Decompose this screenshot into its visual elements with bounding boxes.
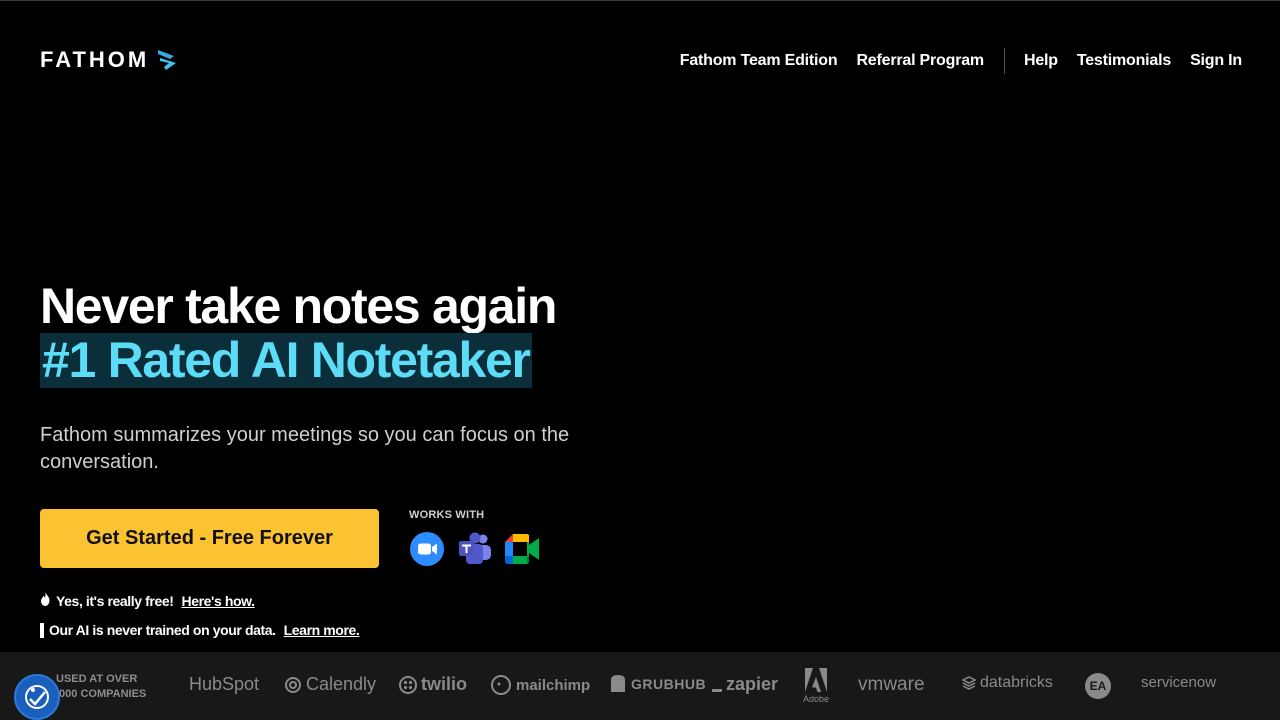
twilio-logo-text: twilio	[421, 674, 467, 694]
accessibility-check-icon	[25, 685, 49, 709]
main-nav: Fathom Team Edition Referral Program Hel…	[661, 48, 1242, 74]
databricks-icon	[962, 676, 976, 690]
servicenow-logo: servicenow	[1141, 674, 1216, 691]
zapier-logo: zapier	[712, 674, 778, 695]
teams-icon	[457, 531, 493, 567]
nav-sign-in[interactable]: Sign In	[1190, 52, 1242, 70]
hubspot-logo-text: HubSpot	[189, 674, 260, 694]
flame-icon	[40, 592, 51, 609]
free-note-text: Yes, it's really free!	[56, 592, 174, 609]
adobe-logo-text: Adobe	[803, 694, 830, 704]
learn-more-link[interactable]: Learn more.	[284, 622, 360, 638]
nav-testimonials[interactable]: Testimonials	[1077, 52, 1171, 70]
top-divider	[0, 0, 1280, 1]
works-with-label: WORKS WITH	[409, 509, 485, 521]
twilio-logo: twilio	[399, 674, 467, 695]
calendly-logo: Calendly	[284, 674, 376, 695]
google-meet-icon	[505, 531, 541, 567]
shield-bar-icon	[40, 622, 44, 638]
accessibility-badge[interactable]	[14, 674, 60, 720]
nav-referral-program[interactable]: Referral Program	[856, 52, 984, 70]
used-at-label: USED AT OVER ,000 COMPANIES	[56, 672, 146, 702]
hero-headline: Never take notes again	[40, 278, 557, 334]
ea-logo-text: EA	[1089, 679, 1107, 693]
databricks-logo-text: databricks	[980, 674, 1053, 691]
used-at-line1: USED AT OVER	[56, 673, 138, 685]
privacy-note: Our AI is never trained on your data. Le…	[40, 622, 360, 638]
used-at-line2: ,000 COMPANIES	[56, 688, 147, 700]
grubhub-logo: GRUBHUB	[609, 674, 706, 694]
zoom-icon	[409, 531, 445, 567]
grubhub-icon	[611, 675, 625, 692]
ea-logo: EA	[1085, 673, 1111, 699]
calendly-icon	[285, 676, 301, 693]
works-with: WORKS WITH	[409, 509, 541, 567]
zapier-underscore-icon	[712, 689, 722, 692]
twilio-icon	[399, 675, 417, 694]
mailchimp-icon	[491, 675, 511, 695]
adobe-icon	[805, 668, 828, 692]
heres-how-link[interactable]: Here's how.	[182, 593, 256, 609]
mailchimp-logo: mailchimp	[490, 674, 590, 696]
zapier-logo-text: zapier	[726, 674, 779, 694]
nav-help[interactable]: Help	[1024, 52, 1058, 70]
customer-logos-strip: USED AT OVER ,000 COMPANIES HubSpot Cale…	[0, 652, 1280, 720]
databricks-logo: databricks	[962, 674, 1053, 692]
mailchimp-logo-text: mailchimp	[516, 676, 591, 694]
hero-headline-accent: #1 Rated AI Notetaker	[40, 332, 532, 388]
servicenow-logo-text: servicenow	[1141, 674, 1217, 691]
privacy-note-text: Our AI is never trained on your data.	[49, 622, 276, 638]
logo-text: FATHOM	[40, 47, 150, 72]
get-started-button[interactable]: Get Started - Free Forever	[40, 509, 379, 568]
free-note: Yes, it's really free! Here's how.	[40, 592, 255, 609]
fathom-logo-icon	[158, 50, 177, 70]
grubhub-logo-text: GRUBHUB	[631, 676, 707, 692]
vmware-logo: vmware	[858, 674, 925, 696]
hero-subtitle: Fathom summarizes your meetings so you c…	[40, 424, 570, 473]
calendly-logo-text: Calendly	[306, 674, 377, 694]
vmware-logo-text: vmware	[858, 674, 925, 695]
hubspot-logo: HubSpot	[189, 674, 259, 695]
nav-team-edition[interactable]: Fathom Team Edition	[680, 52, 838, 70]
fathom-logo[interactable]: FATHOM	[40, 47, 177, 73]
nav-separator	[1003, 48, 1005, 74]
adobe-logo: Adobe	[803, 668, 829, 704]
